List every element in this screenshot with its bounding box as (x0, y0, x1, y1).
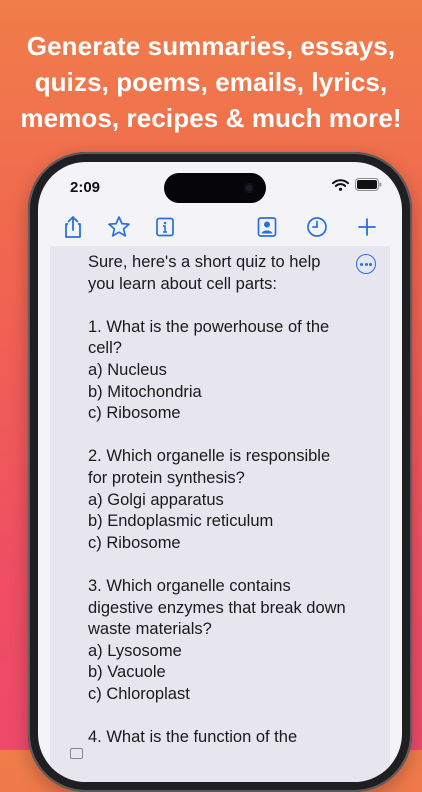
status-time: 2:09 (70, 179, 101, 196)
plus-icon (358, 218, 376, 236)
new-chat-button[interactable] (354, 214, 380, 240)
chat-panel[interactable]: Sure, here's a short quiz to help you le… (50, 246, 390, 782)
headline-line-1: Generate summaries, essays, (26, 31, 396, 61)
status-icons (332, 178, 382, 191)
contacts-icon (257, 217, 277, 237)
ellipsis-icon (360, 262, 363, 266)
toolbar (38, 206, 402, 246)
star-icon (108, 216, 130, 237)
history-button[interactable] (304, 214, 330, 240)
promo-headline: Generate summaries, essays, quizs, poems… (0, 28, 422, 136)
camera-icon (244, 183, 254, 193)
battery-icon (355, 178, 382, 191)
share-button[interactable] (60, 214, 86, 240)
phone-screen: 2:09 Sure, here's a short quiz to help y… (38, 162, 402, 782)
phone-frame: 2:09 Sure, here's a short quiz to help y… (28, 152, 412, 792)
favorite-button[interactable] (106, 214, 132, 240)
headline-line-3: memos, recipes & much more! (20, 103, 402, 133)
dynamic-island (164, 173, 266, 203)
info-icon (156, 217, 174, 237)
assistant-message: Sure, here's a short quiz to help you le… (88, 253, 346, 747)
contacts-button[interactable] (254, 214, 280, 240)
history-icon (307, 217, 327, 237)
message-options-button[interactable] (356, 254, 376, 274)
share-icon (65, 216, 81, 238)
info-button[interactable] (152, 214, 178, 240)
wifi-icon (332, 178, 349, 191)
headline-line-2: quizs, poems, emails, lyrics, (34, 67, 388, 97)
